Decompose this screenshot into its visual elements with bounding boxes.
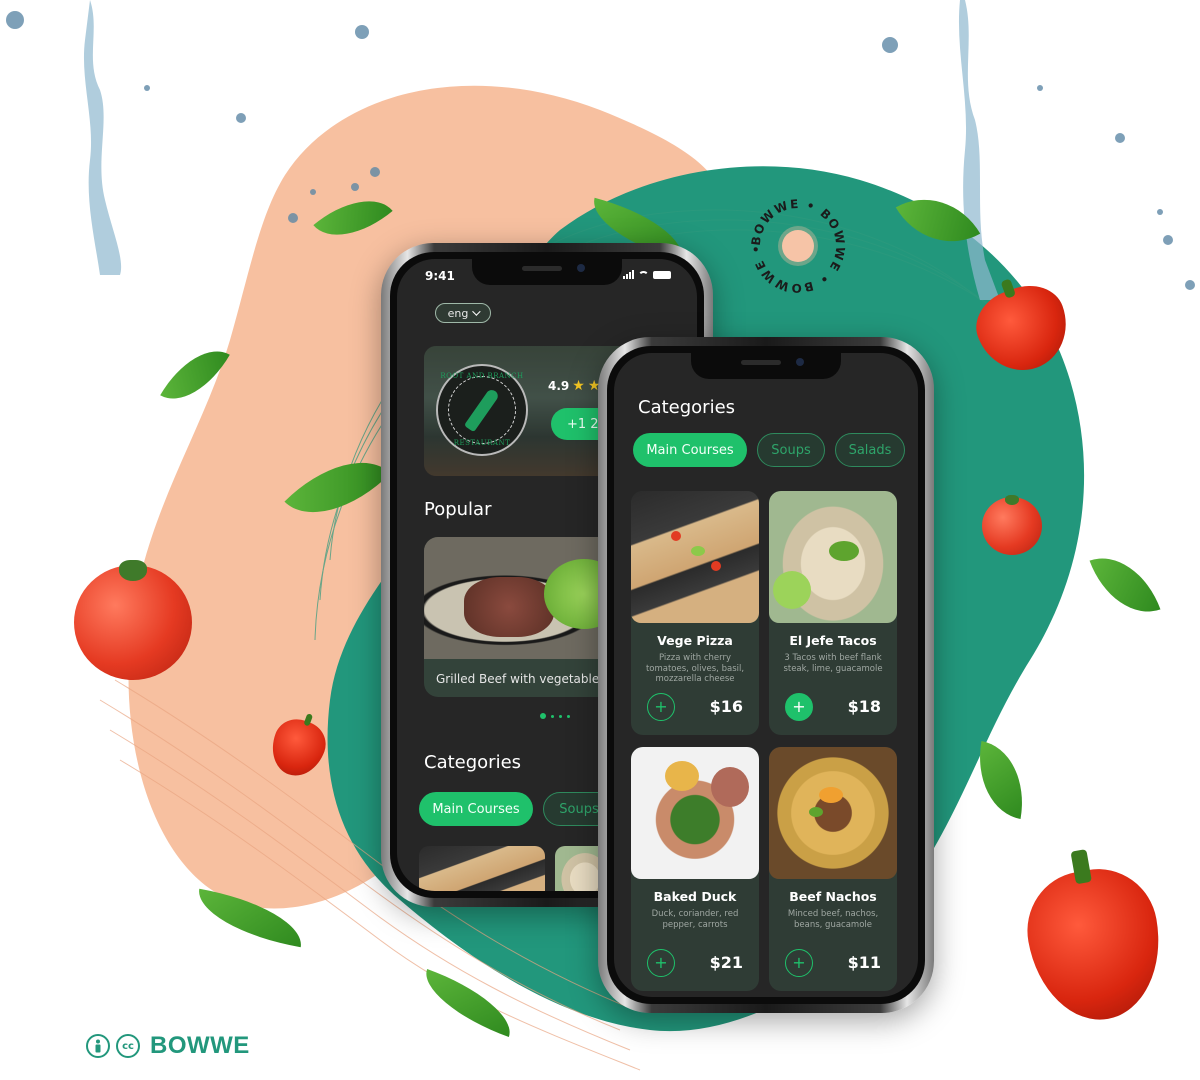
dish-description: Minced beef, nachos, beans, guacamole (787, 909, 879, 930)
status-time: 9:41 (425, 269, 455, 283)
carousel-pagination (540, 713, 570, 719)
bowwe-wordmark: BOWWE (150, 1032, 250, 1059)
popular-dish-name: Grilled Beef with vegetables (436, 672, 606, 686)
category-chip-main-courses[interactable]: Main Courses (633, 433, 747, 467)
rating-value: 4.9 (548, 379, 570, 393)
category-chip-main-courses[interactable]: Main Courses (419, 792, 533, 826)
language-selector[interactable]: eng (435, 303, 491, 323)
menu-categories-screen: Categories Main Courses Soups Salads Veg… (614, 353, 918, 997)
signal-icon (623, 270, 634, 279)
dish-card-baked-duck[interactable]: Baked Duck Duck, coriander, red pepper, … (631, 747, 759, 991)
dish-photo-beef-nachos (769, 747, 897, 879)
dish-card-beef-nachos[interactable]: Beef Nachos Minced beef, nachos, beans, … (769, 747, 897, 991)
dish-name: El Jefe Tacos (789, 633, 877, 648)
plus-icon: + (654, 953, 668, 972)
plus-icon: + (792, 953, 806, 972)
popular-heading: Popular (424, 499, 492, 520)
dish-price: $11 (847, 953, 881, 972)
carousel-dot-active[interactable] (540, 713, 546, 719)
plus-icon: + (654, 697, 668, 716)
wifi-icon (638, 271, 649, 279)
phone-mockup-menu-categories: Categories Main Courses Soups Salads Veg… (598, 337, 934, 1013)
star-icon: ★ (572, 378, 585, 394)
dish-photo-el-jefe-tacos (769, 491, 897, 623)
category-chip-soups[interactable]: Soups (757, 433, 825, 467)
add-to-cart-button-active[interactable]: + (785, 693, 813, 721)
dish-name: Vege Pizza (657, 633, 733, 648)
dish-photo-vege-pizza (631, 491, 759, 623)
tomato-decoration (74, 560, 192, 680)
dish-card-el-jefe-tacos[interactable]: El Jefe Tacos 3 Tacos with beef flank st… (769, 491, 897, 735)
carousel-dot[interactable] (559, 714, 562, 718)
dish-price: $21 (709, 953, 743, 972)
dish-price: $16 (709, 697, 743, 716)
plus-icon: + (792, 697, 806, 716)
dish-description: 3 Tacos with beef flank steak, lime, gua… (783, 653, 883, 674)
categories-heading: Categories (424, 752, 522, 773)
bowwe-circular-badge: BOWWE • BOWWE • BOWWE • (748, 196, 848, 296)
dish-card-vege-pizza[interactable]: Vege Pizza Pizza with cherry tomatoes, o… (631, 491, 759, 735)
carousel-dot[interactable] (551, 714, 554, 718)
add-to-cart-button[interactable]: + (647, 949, 675, 977)
status-bar: 9:41 (397, 259, 697, 289)
sun-icon (782, 230, 814, 262)
attribution-icon (86, 1034, 110, 1058)
dish-name: Baked Duck (653, 889, 737, 904)
categories-heading: Categories (638, 397, 736, 418)
tomato-decoration (982, 494, 1042, 555)
dish-photo-baked-duck (631, 747, 759, 879)
add-to-cart-button[interactable]: + (785, 949, 813, 977)
category-chip-salads[interactable]: Salads (835, 433, 905, 467)
dish-description: Duck, coriander, red pepper, carrots (651, 909, 739, 930)
dish-photo-preview (419, 846, 545, 891)
battery-icon (653, 271, 671, 279)
dish-description: Pizza with cherry tomatoes, olives, basi… (645, 653, 745, 684)
dish-grid: Vege Pizza Pizza with cherry tomatoes, o… (631, 491, 901, 991)
restaurant-logo: ROOT AND BRANCH RESTAURANT (436, 364, 528, 456)
chevron-down-icon (472, 307, 482, 316)
language-label: eng (447, 306, 469, 320)
water-splash-left (83, 0, 122, 275)
dish-price: $18 (847, 697, 881, 716)
bowwe-brand-footer: cc BOWWE (86, 1032, 250, 1060)
carousel-dot[interactable] (567, 714, 570, 718)
add-to-cart-button[interactable]: + (647, 693, 675, 721)
dish-name: Beef Nachos (789, 889, 877, 904)
phone-notch (691, 353, 841, 379)
cc-icon: cc (116, 1034, 140, 1058)
